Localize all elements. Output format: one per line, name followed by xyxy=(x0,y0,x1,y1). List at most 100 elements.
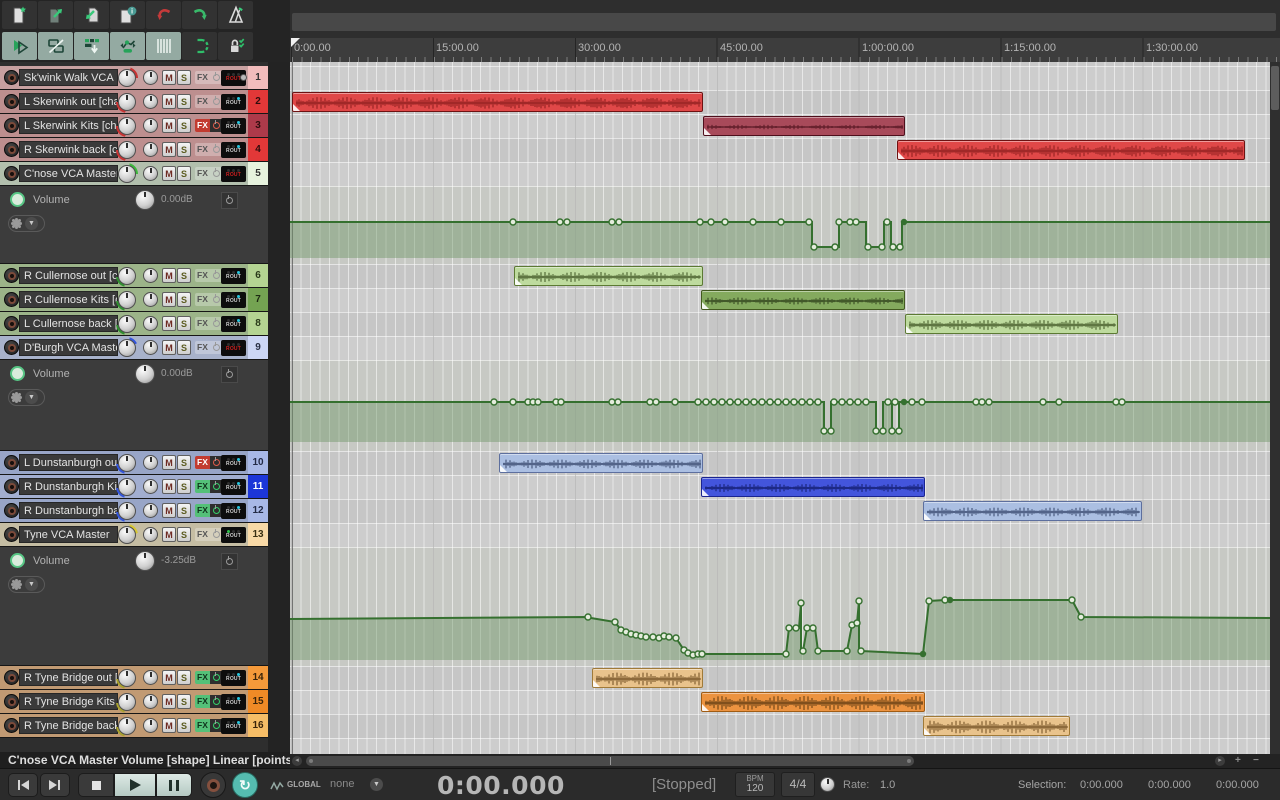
track-number[interactable]: 10 xyxy=(248,451,268,474)
pan-knob[interactable] xyxy=(143,340,158,355)
open-project-button[interactable] xyxy=(38,1,73,29)
volume-knob[interactable] xyxy=(116,289,138,311)
volume-knob[interactable] xyxy=(116,163,138,185)
timeline-ruler[interactable]: 0:00.00 15:00.00 30:00.00 45:00.00 1:00:00.0… xyxy=(290,38,1280,62)
rate-value[interactable]: 1.0 xyxy=(880,779,895,791)
envelope-volume-knob[interactable] xyxy=(135,190,155,210)
fx-chip[interactable]: FX xyxy=(195,671,223,684)
track-name-input[interactable]: L Skerwink out [chan xyxy=(19,93,118,110)
media-item-track-16[interactable] xyxy=(923,716,1070,736)
save-project-button[interactable] xyxy=(74,1,109,29)
transport-time-display[interactable]: 0:00.000 xyxy=(437,771,565,800)
fade-in-handle[interactable] xyxy=(924,513,931,520)
go-to-start-button[interactable] xyxy=(8,773,38,797)
fx-button[interactable]: FX xyxy=(195,317,210,330)
fx-button[interactable]: FX xyxy=(195,167,210,180)
track-name-input[interactable]: D'Burgh VCA Master xyxy=(19,339,118,356)
pan-knob[interactable] xyxy=(143,118,158,133)
playrate-knob[interactable] xyxy=(820,777,835,792)
track-name-input[interactable]: R Dunstanburgh Kits [ xyxy=(19,478,118,495)
envelope-volume-knob[interactable] xyxy=(135,551,155,571)
media-item-track-10[interactable] xyxy=(499,453,703,473)
snap-button[interactable] xyxy=(182,32,217,60)
fade-in-handle[interactable] xyxy=(702,302,709,309)
volume-knob[interactable] xyxy=(116,715,138,737)
global-automation-dropdown[interactable]: ▼ xyxy=(370,778,383,791)
mute-button[interactable]: M xyxy=(162,694,176,709)
pan-knob[interactable] xyxy=(143,166,158,181)
fx-chip[interactable]: FX xyxy=(195,71,223,84)
media-item-track-3[interactable] xyxy=(703,116,905,136)
track-panel-14[interactable]: R Tyne Bridge out [ch MS FX ROUT 14 xyxy=(0,666,268,690)
envelope-options-pill[interactable]: ▼ xyxy=(8,389,45,406)
fx-button[interactable]: FX xyxy=(195,528,210,541)
pan-knob[interactable] xyxy=(143,142,158,157)
record-arm-button[interactable] xyxy=(4,340,19,355)
volume-knob[interactable] xyxy=(116,139,138,161)
pan-knob[interactable] xyxy=(143,527,158,542)
fx-button[interactable]: FX xyxy=(195,719,210,732)
track-panel-3[interactable]: L Skerwink Kits [chan MS FX ROUT 3 xyxy=(0,114,268,138)
record-arm-button[interactable] xyxy=(4,94,19,109)
fx-chip[interactable]: FX xyxy=(195,480,223,493)
mute-button[interactable]: M xyxy=(162,118,176,133)
fade-in-handle[interactable] xyxy=(702,704,709,711)
solo-button[interactable]: S xyxy=(177,70,191,85)
envelope-options-pill[interactable]: ▼ xyxy=(8,576,45,593)
mute-button[interactable]: M xyxy=(162,479,176,494)
volume-knob[interactable] xyxy=(116,265,138,287)
track-name-input[interactable]: R Cullernose out [cha xyxy=(19,267,118,284)
record-arm-button[interactable] xyxy=(4,166,19,181)
solo-button[interactable]: S xyxy=(177,94,191,109)
fx-button[interactable]: FX xyxy=(195,95,210,108)
routing-button[interactable]: ROUT xyxy=(221,527,246,543)
track-panel-6[interactable]: R Cullernose out [cha MS FX ROUT 6 xyxy=(0,264,268,288)
track-panel-4[interactable]: R Skerwink back [char MS FX ROUT 4 xyxy=(0,138,268,162)
track-number[interactable]: 4 xyxy=(248,138,268,161)
record-arm-button[interactable] xyxy=(4,503,19,518)
play-button[interactable] xyxy=(114,773,156,797)
zoom-in-button[interactable]: + xyxy=(1235,755,1241,766)
track-number[interactable]: 7 xyxy=(248,288,268,311)
volume-knob[interactable] xyxy=(116,691,138,713)
mute-button[interactable]: M xyxy=(162,268,176,283)
media-item-track-14[interactable] xyxy=(592,668,703,688)
track-number[interactable]: 8 xyxy=(248,312,268,335)
pan-knob[interactable] xyxy=(143,503,158,518)
fx-chip[interactable]: FX xyxy=(195,504,223,517)
solo-button[interactable]: S xyxy=(177,340,191,355)
fade-in-handle[interactable] xyxy=(593,680,600,687)
record-arm-button[interactable] xyxy=(4,316,19,331)
solo-button[interactable]: S xyxy=(177,118,191,133)
mute-button[interactable]: M xyxy=(162,70,176,85)
selection-length[interactable]: 0:00.000 xyxy=(1216,779,1259,791)
mute-button[interactable]: M xyxy=(162,670,176,685)
volume-knob[interactable] xyxy=(116,91,138,113)
fx-chip[interactable]: FX xyxy=(195,341,223,354)
track-name-input[interactable]: Tyne VCA Master xyxy=(19,526,118,543)
envelope-active-icon[interactable] xyxy=(10,553,25,568)
media-item-track-6[interactable] xyxy=(514,266,703,286)
fx-button[interactable]: FX xyxy=(195,504,210,517)
solo-button[interactable]: S xyxy=(177,718,191,733)
fx-chip[interactable]: FX xyxy=(195,293,223,306)
pan-knob[interactable] xyxy=(143,455,158,470)
envelope-options-pill[interactable]: ▼ xyxy=(8,215,45,232)
mute-button[interactable]: M xyxy=(162,142,176,157)
envelope-bypass-button[interactable] xyxy=(221,553,238,570)
track-panel-13[interactable]: Tyne VCA Master M S FX ROUT 13 xyxy=(0,523,268,547)
routing-button[interactable]: ROUT xyxy=(221,316,246,332)
fx-button[interactable]: FX xyxy=(195,71,210,84)
stop-button[interactable] xyxy=(78,773,114,797)
auto-crossfade-button[interactable] xyxy=(38,32,73,60)
mute-button[interactable]: M xyxy=(162,527,176,542)
solo-button[interactable]: S xyxy=(177,527,191,542)
envelope-active-icon[interactable] xyxy=(10,192,25,207)
solo-button[interactable]: S xyxy=(177,316,191,331)
pause-button[interactable] xyxy=(156,773,192,797)
time-signature-display[interactable]: 4/4 xyxy=(781,772,815,797)
track-number[interactable]: 3 xyxy=(248,114,268,137)
fx-chip[interactable]: FX xyxy=(195,119,223,132)
envelope-dropdown-icon[interactable]: ▼ xyxy=(25,578,38,591)
routing-button[interactable]: ROUT xyxy=(221,340,246,356)
